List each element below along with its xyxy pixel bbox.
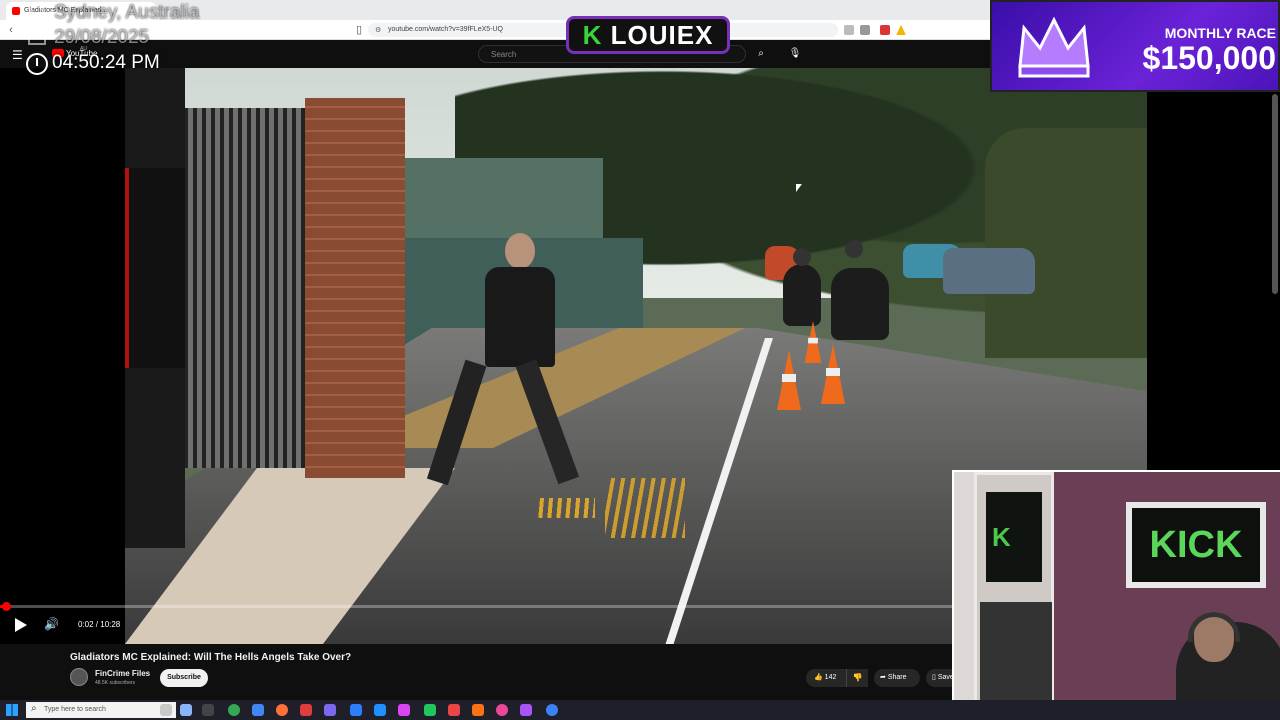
- app-icon-blue[interactable]: [350, 704, 362, 716]
- video-title: Gladiators MC Explained: Will The Hells …: [70, 652, 352, 663]
- copilot-icon[interactable]: [160, 704, 172, 716]
- app-icon-green[interactable]: [424, 704, 436, 716]
- warning-extension-icon[interactable]: [896, 25, 906, 35]
- overlay-time: 04:50:24 PM: [52, 52, 160, 73]
- overlay-location: Sydney, Australia: [54, 2, 200, 23]
- webcam-shelf: [980, 602, 1052, 712]
- video-progress-bar[interactable]: [0, 602, 952, 611]
- streamer-logo: K LOUIEX: [566, 16, 730, 54]
- race-amount: $150,000: [1142, 40, 1276, 76]
- road-paint-2: [535, 498, 595, 518]
- share-arrow-icon: ➦: [880, 674, 886, 681]
- kick-neon-sign: KICK: [1126, 502, 1266, 588]
- share-extension-icon[interactable]: [860, 25, 870, 35]
- microphone-icon[interactable]: 🎙: [784, 45, 806, 63]
- video-hedge: [985, 128, 1147, 358]
- app-icon-violet[interactable]: [520, 704, 532, 716]
- person-body: [485, 267, 555, 367]
- video-person-walking: [426, 233, 580, 493]
- chrome-icon[interactable]: [228, 704, 240, 716]
- webcam-overlay: K KICK: [952, 470, 1280, 720]
- video-motorcycle-2: [831, 268, 889, 340]
- overlay-date: 29/08/2025: [54, 27, 150, 48]
- brick-pillar: [305, 98, 405, 478]
- like-count: 142: [824, 674, 837, 681]
- share-button[interactable]: ➦ Share: [874, 669, 920, 687]
- share-label: Share: [887, 674, 907, 681]
- race-label: MONTHLY RACE: [1164, 25, 1276, 41]
- video-rider-2: [845, 240, 863, 258]
- bookmark-save-icon: ▯: [932, 674, 936, 681]
- video-motorcycle-1: [783, 264, 821, 326]
- task-view-icon[interactable]: [202, 704, 214, 716]
- windows-start-icon[interactable]: [6, 704, 18, 716]
- app-icon-red[interactable]: [300, 704, 312, 716]
- channel-avatar[interactable]: [70, 668, 88, 686]
- taskbar-search-box[interactable]: Type here to search: [26, 701, 176, 718]
- firefox-icon[interactable]: [276, 704, 288, 716]
- thumbs-down-icon: 👎: [852, 673, 863, 682]
- traffic-cone-2: [777, 350, 801, 410]
- browser-icon[interactable]: [252, 704, 264, 716]
- app-icon-pink[interactable]: [496, 704, 508, 716]
- app-icon-magenta[interactable]: [398, 704, 410, 716]
- crown-icon: [1018, 16, 1090, 78]
- streamer-name: LOUIEX: [610, 20, 714, 50]
- dislike-button[interactable]: 👎: [846, 669, 868, 687]
- adblock-extension-icon[interactable]: [880, 25, 890, 35]
- video-info-section: Gladiators MC Explained: Will The Hells …: [0, 644, 956, 700]
- mouse-cursor-icon: [796, 184, 802, 192]
- thumbs-up-icon: 👍: [814, 674, 823, 681]
- app-icon-red-2[interactable]: [448, 704, 460, 716]
- app-icon-purple[interactable]: [324, 704, 336, 716]
- channel-name[interactable]: FinCrime Files: [95, 669, 150, 678]
- traffic-cone-1: [804, 321, 822, 363]
- screenshot-extension-icon[interactable]: [844, 25, 854, 35]
- monthly-race-banner: MONTHLY RACE $150,000: [990, 0, 1280, 92]
- volume-icon[interactable]: 🔊: [44, 617, 59, 631]
- gate-sign: [125, 168, 185, 368]
- page-scrollbar[interactable]: [1272, 94, 1278, 294]
- traffic-cone-3: [821, 344, 845, 404]
- menu-icon[interactable]: ☰: [12, 48, 23, 62]
- site-info-icon: ⚙: [375, 27, 382, 34]
- person-leg: [426, 359, 487, 486]
- windows-taskbar: Type here to search: [0, 700, 1280, 720]
- webcam-door-sign: K: [992, 522, 1011, 552]
- clock-icon: [26, 53, 48, 75]
- app-icon-cyan[interactable]: [374, 704, 386, 716]
- search-icon[interactable]: ⌕: [748, 45, 774, 63]
- meet-icon[interactable]: [180, 704, 192, 716]
- app-icon-blue-2[interactable]: [546, 704, 558, 716]
- road-paint: [605, 478, 685, 538]
- brave-icon[interactable]: [472, 704, 484, 716]
- calendar-icon: [28, 29, 46, 45]
- person-head: [505, 233, 535, 269]
- subscriber-count: 48.5K subscribers: [95, 680, 136, 686]
- screen: Gladiators MC Explained... ‹ ▯ ⚙ youtube…: [0, 0, 1280, 720]
- video-car-grey: [943, 248, 1035, 294]
- streamer-logo-k-icon: K: [582, 20, 603, 50]
- address-url: youtube.com/watch?v=39fFLeX5-UQ: [388, 26, 503, 33]
- gate-bars: [175, 108, 315, 468]
- back-arrow-icon[interactable]: ‹: [4, 23, 18, 37]
- play-icon[interactable]: [12, 616, 30, 634]
- video-time: 0:02 / 10:28: [78, 620, 121, 629]
- youtube-favicon-icon: [12, 7, 20, 15]
- video-scrubber-handle[interactable]: [2, 602, 11, 611]
- video-rider-1: [793, 248, 811, 266]
- bookmark-icon[interactable]: ▯: [352, 23, 366, 37]
- subscribe-button[interactable]: Subscribe: [160, 669, 208, 687]
